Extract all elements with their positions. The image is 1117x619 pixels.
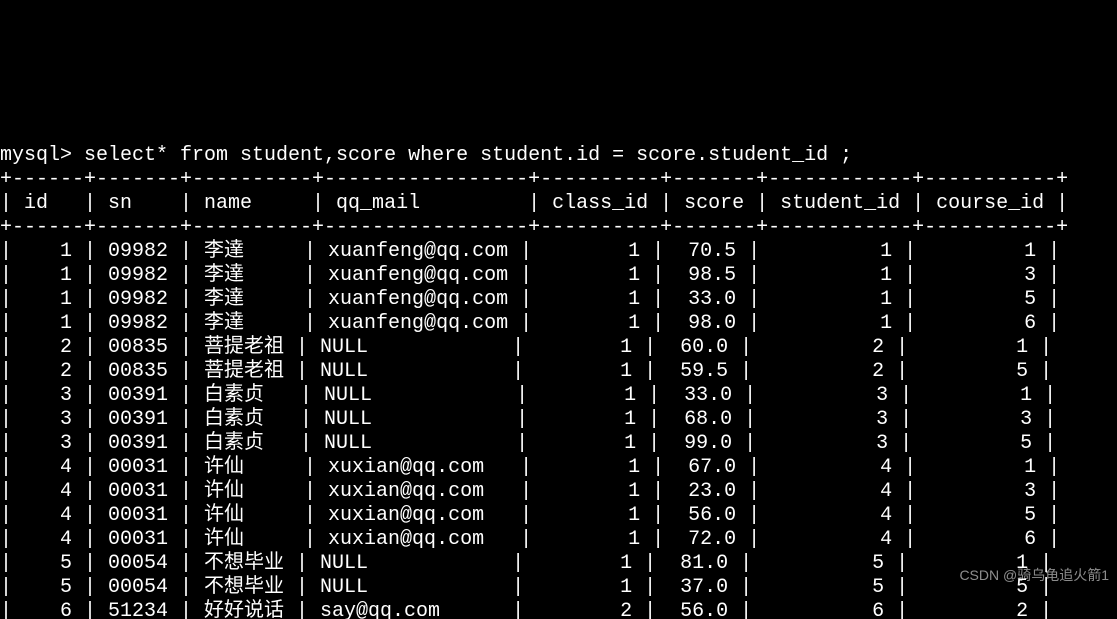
border-top: +------+-------+----------+-------------… (0, 168, 1068, 191)
border-mid: +------+-------+----------+-------------… (0, 216, 1068, 239)
header-row: | id | sn | name | qq_mail | class_id | … (0, 192, 1068, 215)
watermark-text: CSDN @骑乌龟追火箭1 (959, 563, 1109, 587)
terminal-output: mysql> select* from student,score where … (0, 120, 1117, 619)
sql-prompt-line[interactable]: mysql> select* from student,score where … (0, 144, 852, 167)
table-rows: | 1 | 09982 | 李達 | xuanfeng@qq.com | 1 |… (0, 240, 1068, 619)
